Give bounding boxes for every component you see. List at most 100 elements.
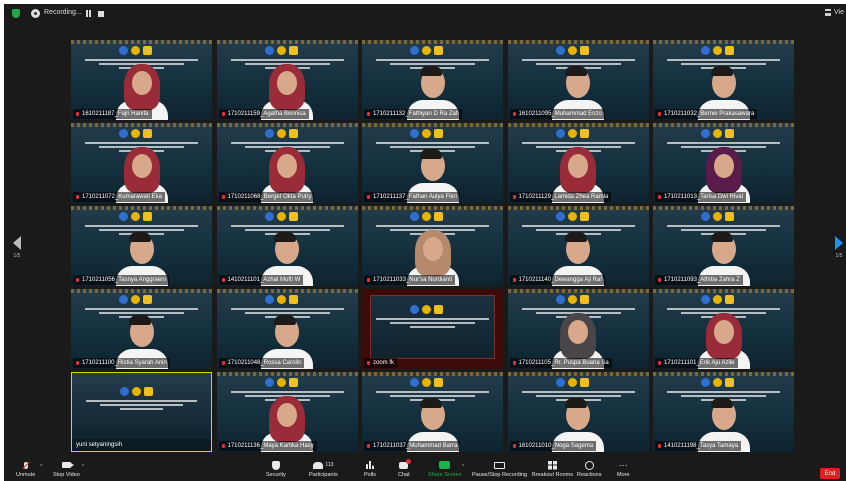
breakout-rooms-button[interactable]: Breakout Rooms bbox=[532, 460, 573, 478]
share-screen-button[interactable]: Share Screen bbox=[428, 460, 462, 478]
institution-logos bbox=[701, 295, 734, 304]
participant-video-tile[interactable]: 1710211048_Rossa Carolin bbox=[216, 289, 358, 369]
institution-logos bbox=[555, 129, 589, 138]
video-options-caret-icon[interactable]: ^ bbox=[82, 464, 84, 470]
faculty-logo-icon bbox=[567, 129, 577, 138]
institution-logos bbox=[701, 129, 734, 138]
gallery-view-icon bbox=[825, 9, 831, 16]
participant-video-tile[interactable]: 1710211100_Ristia Syarah Anin bbox=[71, 289, 212, 369]
audio-options-caret-icon[interactable]: ^ bbox=[40, 464, 42, 470]
chat-label: Chat bbox=[398, 472, 410, 478]
institution-logos bbox=[555, 46, 589, 55]
pause-recording-icon[interactable] bbox=[86, 10, 91, 17]
participant-video-tile[interactable]: 1710211033_Nur'sa Nurdianti bbox=[362, 206, 503, 286]
faculty-logo-icon bbox=[713, 378, 722, 387]
institution-logos bbox=[264, 46, 298, 55]
institution-logos bbox=[120, 387, 153, 396]
banner-text-line bbox=[230, 59, 344, 61]
share-screen-label: Share Screen bbox=[428, 472, 462, 478]
participant-video-tile[interactable]: yuni setyaningsih bbox=[71, 372, 212, 452]
participant-video-tile[interactable]: 1710211013_Tarisa Dwi Rival bbox=[653, 123, 794, 203]
participant-video-tile[interactable]: 1610211187_Fajri Hanifa bbox=[71, 40, 212, 120]
recording-controls-icon bbox=[494, 461, 506, 469]
faculty-logo-icon bbox=[567, 378, 577, 387]
participant-video-tile[interactable]: 1710211072_Kumarawati Eka bbox=[71, 123, 212, 203]
university-logo-icon bbox=[410, 378, 419, 387]
participant-video-tile[interactable]: 1710211105_Rr. Puspa Buana Sa bbox=[507, 289, 649, 369]
banner-text-line bbox=[85, 225, 198, 227]
share-options-caret-icon[interactable]: ^ bbox=[462, 464, 464, 470]
pause-stop-recording-button[interactable]: Pause/Stop Recording bbox=[472, 460, 527, 478]
faculty-logo-icon bbox=[276, 295, 286, 304]
institution-logos bbox=[410, 46, 443, 55]
participant-video-tile[interactable]: 1710211037_Muhammad Barra bbox=[362, 372, 503, 452]
faculty-logo-icon bbox=[276, 212, 286, 221]
chevron-right-icon bbox=[835, 236, 843, 250]
video-camera-icon bbox=[61, 462, 74, 468]
faculty-logo-icon bbox=[713, 212, 722, 221]
university-logo-icon bbox=[701, 129, 710, 138]
event-logo-icon bbox=[579, 212, 589, 221]
participants-button[interactable]: 113 Participants bbox=[309, 460, 338, 478]
participant-name-label: 1710211072_Kumarawati Eka bbox=[73, 192, 165, 202]
participant-video-tile[interactable]: 1710211132_Fathiyan D Ra Zafi bbox=[362, 40, 503, 120]
institution-logos bbox=[264, 378, 298, 387]
participant-video-tile[interactable]: 1710211068_Berget Okta Putry bbox=[216, 123, 358, 203]
banner-text-line bbox=[376, 59, 489, 61]
university-logo-icon bbox=[555, 46, 565, 55]
view-button[interactable]: Vie bbox=[825, 9, 844, 16]
event-logo-icon bbox=[143, 46, 152, 55]
polls-chart-icon bbox=[365, 461, 374, 469]
stop-video-button[interactable]: Stop Video bbox=[53, 460, 80, 478]
participant-video-tile[interactable]: 1710211137_Fathan Aulya Fikri bbox=[362, 123, 503, 203]
unmute-button[interactable]: Unmute bbox=[16, 460, 35, 478]
faculty-logo-icon bbox=[276, 129, 286, 138]
participant-video-tile[interactable]: 1410211101_Azhal Mufti W bbox=[216, 206, 358, 286]
end-meeting-button[interactable]: End bbox=[820, 468, 840, 479]
polls-button[interactable]: Polls bbox=[364, 460, 376, 478]
participant-video-tile[interactable]: 1410211198_Tasya Tamaya bbox=[653, 372, 794, 452]
more-button[interactable]: ··· More bbox=[617, 460, 630, 479]
event-logo-icon bbox=[288, 378, 298, 387]
participant-video-tile[interactable]: 1610211010_Noga Sagema bbox=[507, 372, 649, 452]
participant-video-tile[interactable]: 1710211101_Erik Aju Azile bbox=[653, 289, 794, 369]
faculty-logo-icon bbox=[131, 295, 140, 304]
participant-video-tile[interactable]: 1710211136_Maya Kartika Hasy bbox=[216, 372, 358, 452]
banner-text-line bbox=[376, 142, 489, 144]
participant-video-tile[interactable]: 1710211056_Tasnya Anggraeni bbox=[71, 206, 212, 286]
participant-video-tile[interactable]: 1710211140_Dewangga Aji Raf bbox=[507, 206, 649, 286]
page-indicator-left: 1/5 bbox=[13, 253, 21, 259]
participant-video-tile[interactable]: 1710211032_Bernie Prakasawara bbox=[653, 40, 794, 120]
participant-video-tile[interactable]: 1710211093_Athiba Zahra Z bbox=[653, 206, 794, 286]
previous-page-button[interactable]: 1/5 bbox=[10, 236, 24, 259]
institution-logos bbox=[701, 212, 734, 221]
participant-name-label: 1610211010_Noga Sagema bbox=[509, 441, 597, 451]
university-logo-icon bbox=[264, 378, 274, 387]
event-logo-icon bbox=[288, 129, 298, 138]
breakout-rooms-icon bbox=[547, 460, 557, 470]
security-button[interactable]: Security bbox=[266, 460, 286, 478]
event-logo-icon bbox=[579, 129, 589, 138]
participant-video-tile[interactable]: 1610211095_Muhammad Enzo bbox=[507, 40, 649, 120]
chat-button[interactable]: Chat bbox=[398, 458, 412, 478]
banner-text-line bbox=[521, 225, 635, 227]
participant-video-tile[interactable]: zoom fk bbox=[362, 289, 503, 369]
event-logo-icon bbox=[434, 129, 443, 138]
encryption-shield-icon[interactable] bbox=[12, 9, 20, 18]
institution-logos bbox=[410, 305, 443, 314]
reactions-button[interactable]: Reactions bbox=[577, 460, 601, 478]
university-logo-icon bbox=[555, 212, 565, 221]
university-logo-icon bbox=[410, 46, 419, 55]
recording-label: Recording... bbox=[44, 9, 82, 16]
page-indicator-right: 1/5 bbox=[835, 253, 843, 259]
participant-video-tile[interactable]: 1710211129_Lamida Zhea Ramla bbox=[507, 123, 649, 203]
event-logo-icon bbox=[144, 387, 153, 396]
institution-logos bbox=[119, 295, 152, 304]
institution-logos bbox=[410, 212, 443, 221]
stop-recording-icon[interactable] bbox=[98, 11, 104, 17]
participant-video-tile[interactable]: 1710211159_Agatha Bennisa bbox=[216, 40, 358, 120]
university-logo-icon bbox=[410, 129, 419, 138]
event-logo-icon bbox=[288, 295, 298, 304]
event-logo-icon bbox=[725, 295, 734, 304]
next-page-button[interactable]: 1/5 bbox=[832, 236, 846, 259]
